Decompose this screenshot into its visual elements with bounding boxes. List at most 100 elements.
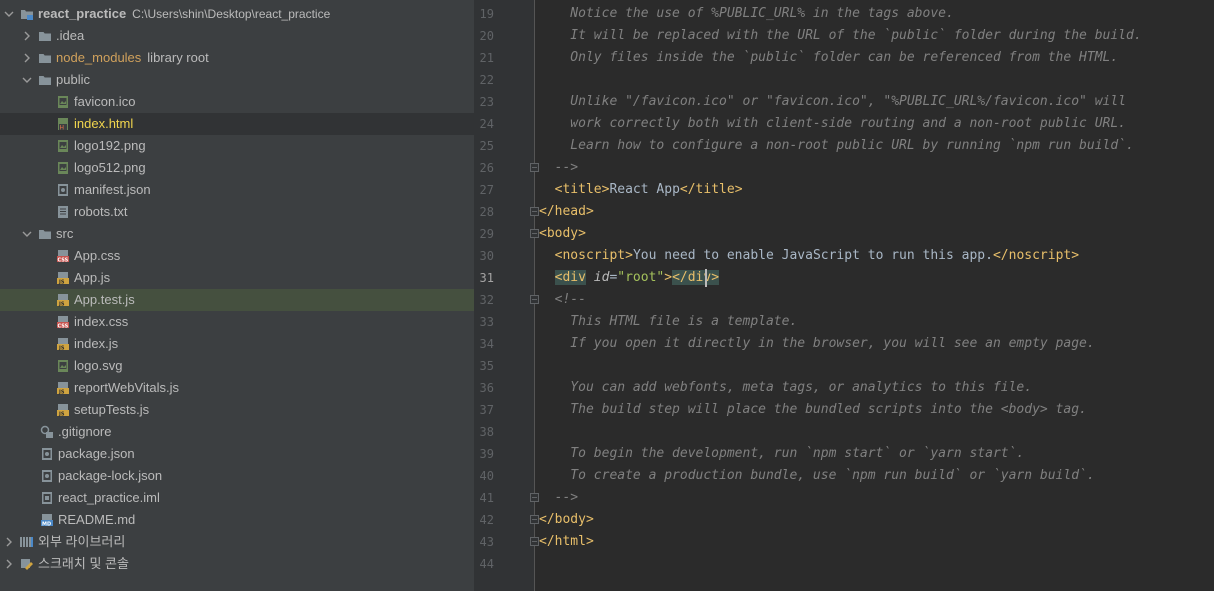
tree-item[interactable]: manifest.json <box>0 179 474 201</box>
code-line[interactable]: <title>React App</title> <box>539 179 743 201</box>
tree-item[interactable]: 외부 라이브러리 <box>0 531 474 553</box>
line-number: 21 <box>479 51 494 65</box>
tree-item-label: 외부 라이브러리 <box>38 534 126 549</box>
chevron-right-icon[interactable] <box>22 31 32 41</box>
line-number: 33 <box>479 315 494 329</box>
folder-icon <box>39 76 51 85</box>
tree-item-label: public <box>56 72 90 87</box>
tree-item[interactable]: JS index.js <box>0 333 474 355</box>
tree-item[interactable]: JS reportWebVitals.js <box>0 377 474 399</box>
line-number: 26 <box>479 161 494 175</box>
tree-item[interactable]: node_modules library root <box>0 47 474 69</box>
tree-item[interactable]: logo.svg <box>0 355 474 377</box>
line-number-gutter: 19 20 21 22 23 24 25 26 27 28 29 30 31 32 33 34 35 36 37 38… <box>474 0 534 591</box>
tree-item[interactable]: public <box>0 69 474 91</box>
code-line[interactable]: If you open it directly in the browser, … <box>539 333 1094 355</box>
markdown-file-icon: MD <box>41 514 53 527</box>
svg-text:H: H <box>60 125 65 132</box>
code-line[interactable]: </head> <box>539 201 594 223</box>
code-line[interactable]: Only files inside the `public` folder ca… <box>539 47 1118 69</box>
tree-item[interactable]: MD README.md <box>0 509 474 531</box>
code-editor[interactable]: 19 20 21 22 23 24 25 26 27 28 29 30 31 32 33 34 35 36 37 38… <box>474 0 1214 591</box>
root-folder-path: C:\Users\shin\Desktop\react_practice <box>132 7 331 21</box>
fold-marker-icon[interactable] <box>530 163 539 172</box>
code-line[interactable]: To begin the development, run `npm start… <box>539 443 1024 465</box>
code-line[interactable]: Learn how to configure a non-root public… <box>539 135 1134 157</box>
tree-item-label: reportWebVitals.js <box>74 380 180 395</box>
tree-item[interactable]: react_practice.iml <box>0 487 474 509</box>
tree-item-label: favicon.ico <box>74 94 136 109</box>
code-line[interactable]: This HTML file is a template. <box>539 311 797 333</box>
chevron-down-icon[interactable] <box>4 9 14 19</box>
code-line[interactable]: Notice the use of %PUBLIC_URL% in the ta… <box>539 3 954 25</box>
tree-item[interactable]: package.json <box>0 443 474 465</box>
code-line[interactable]: </html> <box>539 531 594 553</box>
code-line[interactable]: It will be replaced with the URL of the … <box>539 25 1141 47</box>
gitignore-file-icon <box>40 425 53 438</box>
code-line[interactable]: <!-- <box>539 289 586 311</box>
line-number: 44 <box>479 557 494 571</box>
tree-item-label: App.test.js <box>74 292 135 307</box>
line-number: 27 <box>479 183 494 197</box>
svg-text:JS: JS <box>58 345 65 351</box>
code-line[interactable]: work correctly both with client-side rou… <box>539 113 1126 135</box>
line-number: 39 <box>479 447 494 461</box>
tree-item-label: App.css <box>74 248 121 263</box>
tree-item-label: manifest.json <box>74 182 151 197</box>
tree-item[interactable]: 스크래치 및 콘솔 <box>0 553 474 575</box>
code-line[interactable]: </body> <box>539 509 594 531</box>
json-file-icon <box>58 184 68 196</box>
root-folder-name: react_practice C:\Users\shin\Desktop\reac… <box>38 6 331 22</box>
line-number: 20 <box>479 29 494 43</box>
tree-item[interactable]: JS App.js <box>0 267 474 289</box>
tree-item[interactable]: src <box>0 223 474 245</box>
tree-item[interactable]: CSS App.css <box>0 245 474 267</box>
fold-marker-icon[interactable] <box>530 493 539 502</box>
tree-item-label: 스크래치 및 콘솔 <box>38 556 129 571</box>
tree-item[interactable]: .gitignore <box>0 421 474 443</box>
fold-marker-icon[interactable] <box>530 295 539 304</box>
tree-item[interactable]: JS setupTests.js <box>0 399 474 421</box>
code-line[interactable]: The build step will place the bundled sc… <box>539 399 1087 421</box>
code-line[interactable]: --> <box>539 157 579 179</box>
tree-item-label: robots.txt <box>74 204 128 219</box>
chevron-right-icon[interactable] <box>22 53 32 63</box>
fold-marker-icon[interactable] <box>530 537 539 546</box>
svg-text:JS: JS <box>58 301 65 307</box>
tree-item-label: setupTests.js <box>74 402 150 417</box>
line-number: 37 <box>479 403 494 417</box>
code-line[interactable]: <noscript>You need to enable JavaScript … <box>539 245 1079 267</box>
tree-item[interactable]: favicon.ico <box>0 91 474 113</box>
tree-item-label: index.js <box>74 336 119 351</box>
tree-item[interactable]: Hindex.html <box>0 113 474 135</box>
chevron-right-icon[interactable] <box>4 537 14 547</box>
tree-item[interactable]: CSS index.css <box>0 311 474 333</box>
chevron-down-icon[interactable] <box>22 75 32 85</box>
text-file-icon <box>58 206 68 218</box>
chevron-right-icon[interactable] <box>4 559 14 569</box>
js-file-icon: JS <box>57 382 69 395</box>
project-tree[interactable]: react_practice C:\Users\shin\Desktop\reac… <box>0 0 474 591</box>
tree-item[interactable]: JS App.test.js <box>0 289 474 311</box>
chevron-down-icon[interactable] <box>22 229 32 239</box>
code-line[interactable]: You can add webfonts, meta tags, or anal… <box>539 377 1032 399</box>
tree-item[interactable]: logo192.png <box>0 135 474 157</box>
code-line[interactable]: To create a production bundle, use `npm … <box>539 465 1094 487</box>
svg-text:JS: JS <box>58 389 65 395</box>
tree-item[interactable]: logo512.png <box>0 157 474 179</box>
tree-item[interactable]: .idea <box>0 25 474 47</box>
fold-marker-icon[interactable] <box>530 515 539 524</box>
code-line[interactable]: Unlike "/favicon.ico" or "favicon.ico", … <box>539 91 1126 113</box>
code-line[interactable]: <div id="root"></div> <box>539 267 720 289</box>
tree-item-label: package.json <box>58 446 135 461</box>
tree-item-label: .idea <box>56 28 85 43</box>
module-file-icon <box>42 492 52 504</box>
code-line[interactable]: --> <box>539 487 579 509</box>
line-number: 38 <box>479 425 494 439</box>
code-line[interactable]: <body> <box>539 223 586 245</box>
tree-item[interactable]: package-lock.json <box>0 465 474 487</box>
fold-marker-icon[interactable] <box>530 207 539 216</box>
tree-root[interactable]: react_practice C:\Users\shin\Desktop\reac… <box>0 3 474 25</box>
tree-item[interactable]: robots.txt <box>0 201 474 223</box>
fold-marker-icon[interactable] <box>530 229 539 238</box>
